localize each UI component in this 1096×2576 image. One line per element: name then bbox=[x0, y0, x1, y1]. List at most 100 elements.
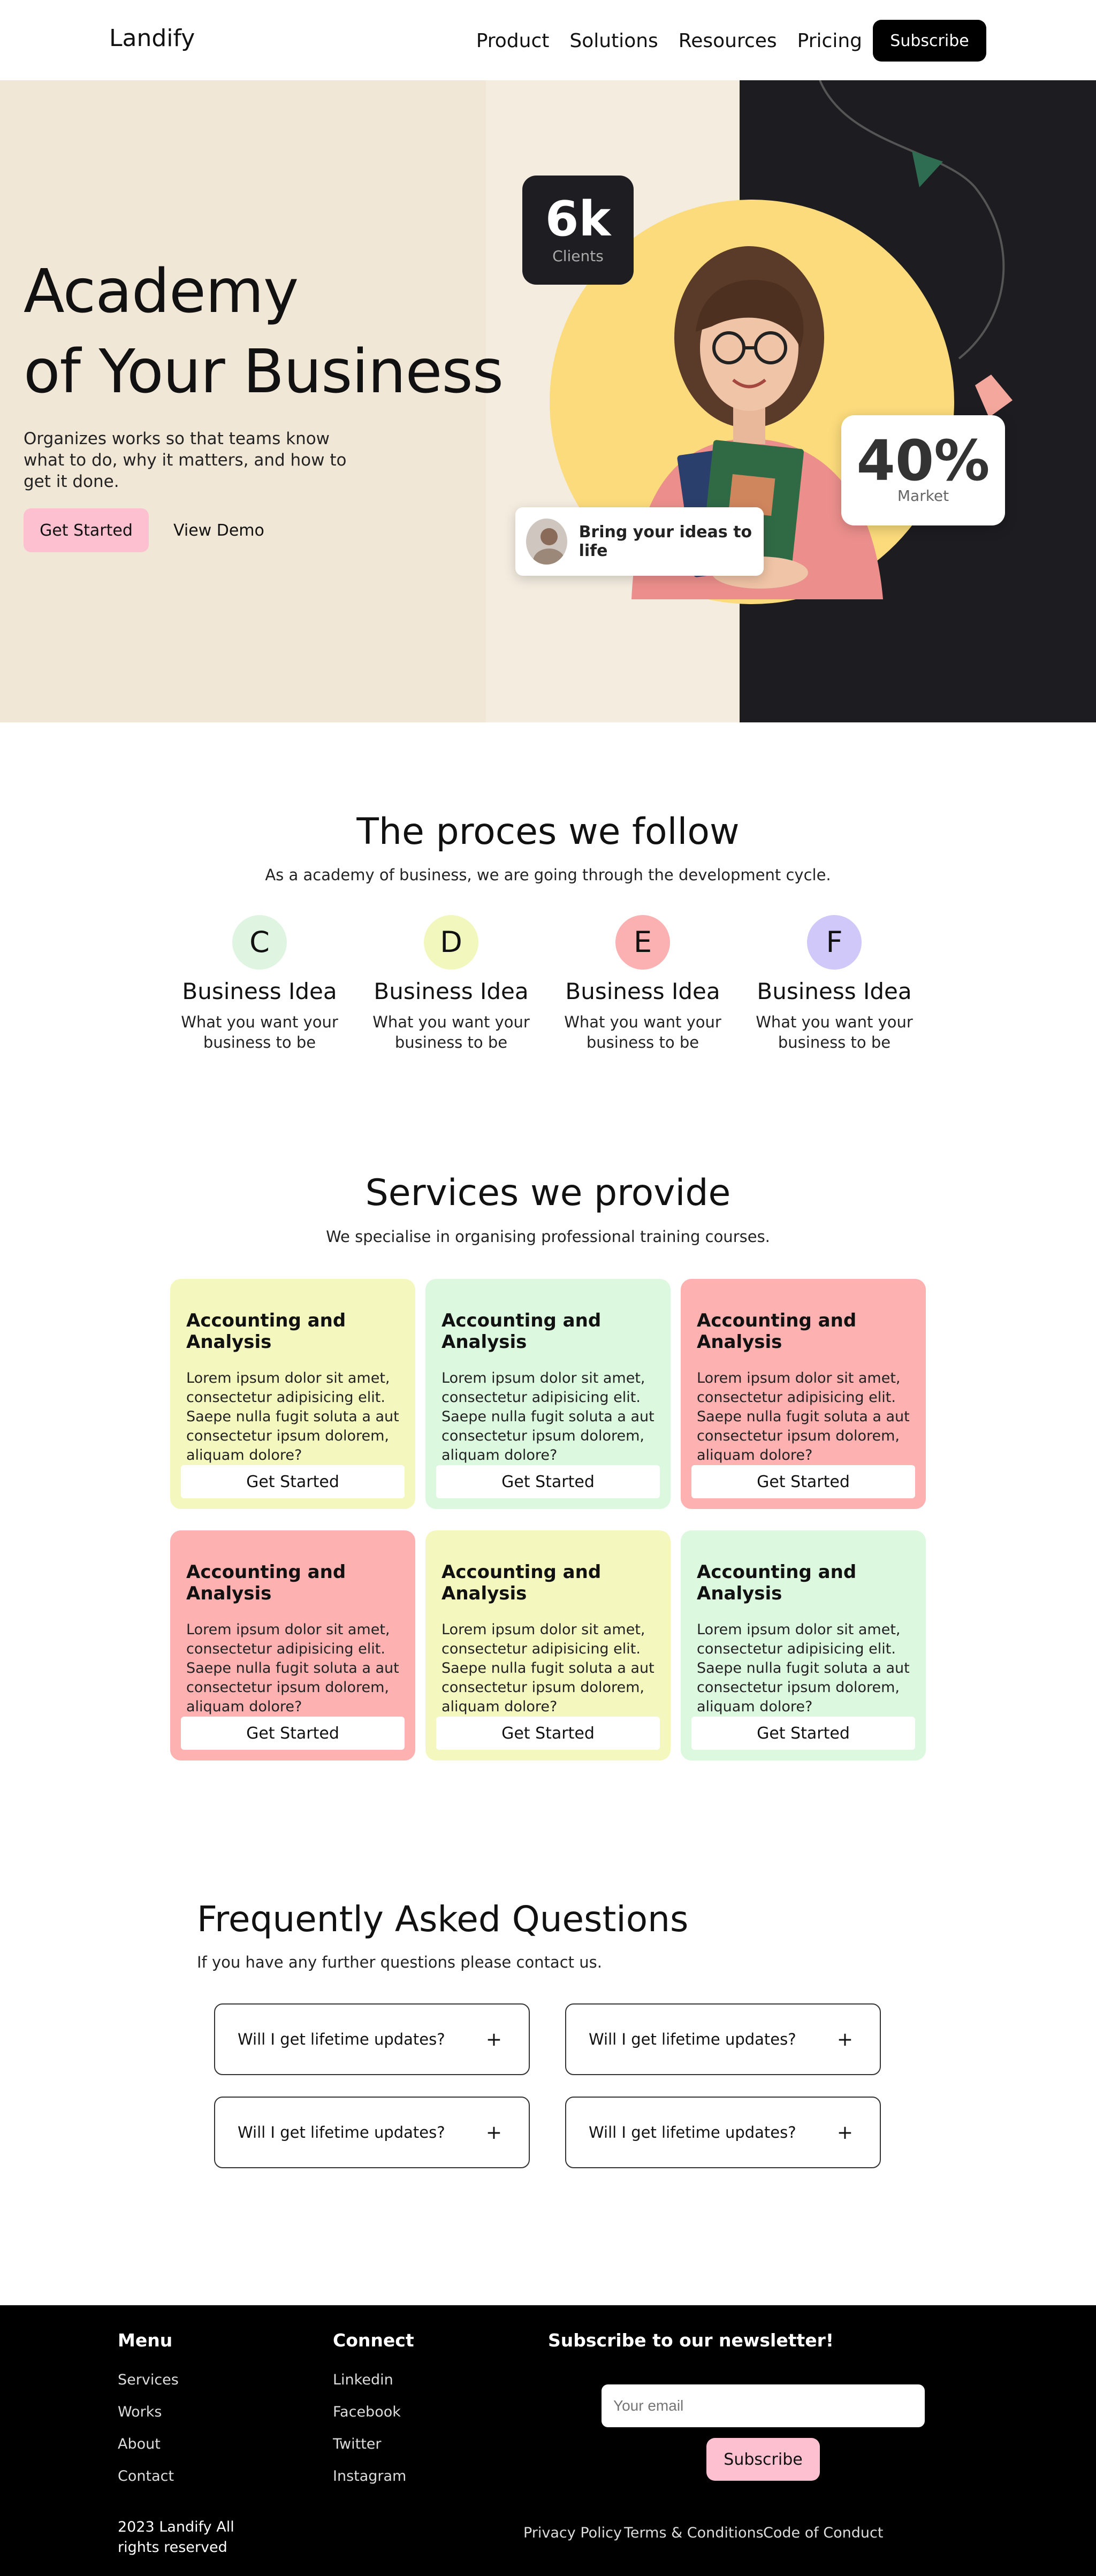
subscribe-button[interactable]: Subscribe bbox=[873, 20, 986, 62]
ideas-pill: Bring your ideas to life bbox=[515, 507, 764, 576]
faq-question: Will I get lifetime updates? bbox=[589, 2123, 796, 2141]
newsletter-heading: Subscribe to our newsletter! bbox=[548, 2330, 834, 2351]
process-step: F Business Idea What you want your busin… bbox=[746, 915, 923, 1053]
process-steps: C Business Idea What you want your busin… bbox=[171, 915, 926, 1054]
service-card-title: Accounting and Analysis bbox=[442, 1310, 602, 1353]
service-card-text: Lorem ipsum dolor sit amet, consectetur … bbox=[186, 1621, 399, 1715]
nav-link-resources[interactable]: Resources bbox=[679, 30, 777, 52]
step-description: What you want your business to be bbox=[181, 1013, 338, 1051]
faq-question: Will I get lifetime updates? bbox=[589, 2030, 796, 2048]
service-card: Accounting and Analysis Lorem ipsum dolo… bbox=[170, 1530, 415, 1760]
faq-title: Frequently Asked Questions bbox=[197, 1899, 689, 1940]
market-stat-card: 40% Market bbox=[841, 415, 1005, 525]
step-title: Business Idea bbox=[182, 978, 337, 1004]
step-title: Business Idea bbox=[757, 978, 912, 1004]
faq-item[interactable]: Will I get lifetime updates? + bbox=[565, 2097, 881, 2168]
service-card: Accounting and Analysis Lorem ipsum dolo… bbox=[425, 1279, 671, 1509]
clients-stat-card: 6k Clients bbox=[522, 176, 634, 285]
process-subtitle: As a academy of business, we are going t… bbox=[265, 866, 831, 884]
process-step: C Business Idea What you want your busin… bbox=[171, 915, 348, 1053]
service-card-title: Accounting and Analysis bbox=[442, 1561, 602, 1604]
service-card: Accounting and Analysis Lorem ipsum dolo… bbox=[425, 1530, 671, 1760]
faq-item[interactable]: Will I get lifetime updates? + bbox=[214, 2003, 530, 2075]
faq-question: Will I get lifetime updates? bbox=[238, 2030, 445, 2048]
service-card-text: Lorem ipsum dolor sit amet, consectetur … bbox=[186, 1370, 399, 1464]
get-started-button[interactable]: Get Started bbox=[24, 508, 149, 552]
hero-title-line2: of Your Business bbox=[24, 337, 504, 407]
privacy-policy-link[interactable]: Privacy Policy bbox=[523, 2525, 622, 2541]
service-get-started-button[interactable]: Get Started bbox=[691, 1717, 915, 1750]
service-get-started-button[interactable]: Get Started bbox=[436, 1717, 660, 1750]
service-card-title: Accounting and Analysis bbox=[697, 1310, 857, 1353]
service-card: Accounting and Analysis Lorem ipsum dolo… bbox=[681, 1279, 926, 1509]
avatar bbox=[526, 519, 567, 565]
faq-subtitle: If you have any further questions please… bbox=[197, 1953, 602, 1971]
step-letter-badge: D bbox=[424, 915, 478, 970]
service-card-text: Lorem ipsum dolor sit amet, consectetur … bbox=[442, 1621, 654, 1715]
nav-link-product[interactable]: Product bbox=[476, 30, 550, 52]
footer-link-contact[interactable]: Contact bbox=[118, 2468, 174, 2484]
clients-stat-value: 6k bbox=[545, 191, 611, 247]
footer-link-about[interactable]: About bbox=[118, 2436, 161, 2452]
clients-stat-label: Clients bbox=[552, 247, 604, 265]
footer-link-instagram[interactable]: Instagram bbox=[333, 2468, 406, 2484]
service-card-text: Lorem ipsum dolor sit amet, consectetur … bbox=[697, 1370, 910, 1464]
brand-logo[interactable]: Landify bbox=[109, 25, 195, 52]
service-get-started-button[interactable]: Get Started bbox=[436, 1465, 660, 1498]
hero-title: Academy of Your Business bbox=[24, 251, 504, 412]
email-field[interactable] bbox=[602, 2384, 925, 2427]
footer-link-works[interactable]: Works bbox=[118, 2404, 162, 2420]
footer-link-linkedin[interactable]: Linkedin bbox=[333, 2372, 393, 2388]
services-subtitle: We specialise in organising professional… bbox=[326, 1228, 770, 1246]
faq-question: Will I get lifetime updates? bbox=[238, 2123, 445, 2141]
service-card-title: Accounting and Analysis bbox=[186, 1561, 346, 1604]
service-card-title: Accounting and Analysis bbox=[697, 1561, 857, 1604]
code-of-conduct-link[interactable]: Code of Conduct bbox=[763, 2525, 883, 2541]
step-title: Business Idea bbox=[565, 978, 720, 1004]
newsletter-subscribe-button[interactable]: Subscribe bbox=[706, 2438, 820, 2481]
nav-link-solutions[interactable]: Solutions bbox=[569, 30, 658, 52]
service-card-text: Lorem ipsum dolor sit amet, consectetur … bbox=[697, 1621, 910, 1715]
service-get-started-button[interactable]: Get Started bbox=[181, 1465, 405, 1498]
footer: Menu Services Works About Contact Connec… bbox=[0, 2305, 1096, 2576]
view-demo-button[interactable]: View Demo bbox=[173, 508, 264, 552]
footer-menu-heading: Menu bbox=[118, 2330, 173, 2351]
service-card: Accounting and Analysis Lorem ipsum dolo… bbox=[170, 1279, 415, 1509]
process-step: D Business Idea What you want your busin… bbox=[363, 915, 539, 1053]
step-description: What you want your business to be bbox=[564, 1013, 721, 1051]
faq-item[interactable]: Will I get lifetime updates? + bbox=[565, 2003, 881, 2075]
footer-link-facebook[interactable]: Facebook bbox=[333, 2404, 401, 2420]
process-step: E Business Idea What you want your busin… bbox=[554, 915, 731, 1053]
hero-description: Organizes works so that teams know what … bbox=[24, 429, 347, 491]
service-card-title: Accounting and Analysis bbox=[186, 1310, 346, 1353]
top-navbar: Landify Product Solutions Resources Pric… bbox=[0, 0, 1096, 80]
step-description: What you want your business to be bbox=[756, 1013, 913, 1051]
plus-icon[interactable]: + bbox=[837, 2029, 853, 2051]
copyright-text: 2023 Landify All rights reserved bbox=[118, 2519, 234, 2556]
faq-item[interactable]: Will I get lifetime updates? + bbox=[214, 2097, 530, 2168]
service-get-started-button[interactable]: Get Started bbox=[181, 1717, 405, 1750]
service-get-started-button[interactable]: Get Started bbox=[691, 1465, 915, 1498]
plus-icon[interactable]: + bbox=[486, 2122, 502, 2144]
hero-section: Academy of Your Business Organizes works… bbox=[0, 80, 1096, 722]
hero-title-line1: Academy bbox=[24, 257, 299, 326]
terms-link[interactable]: Terms & Conditions bbox=[624, 2525, 764, 2541]
step-letter-badge: E bbox=[615, 915, 670, 970]
step-title: Business Idea bbox=[374, 978, 529, 1004]
nav-links: Product Solutions Resources Pricing Subs… bbox=[456, 19, 1096, 62]
footer-link-twitter[interactable]: Twitter bbox=[333, 2436, 382, 2452]
plus-icon[interactable]: + bbox=[486, 2029, 502, 2051]
market-stat-value: 40% bbox=[856, 428, 990, 493]
plus-icon[interactable]: + bbox=[837, 2122, 853, 2144]
service-card: Accounting and Analysis Lorem ipsum dolo… bbox=[681, 1530, 926, 1760]
ideas-pill-text: Bring your ideas to life bbox=[579, 523, 752, 560]
service-card-text: Lorem ipsum dolor sit amet, consectetur … bbox=[442, 1370, 654, 1464]
footer-link-services[interactable]: Services bbox=[118, 2372, 179, 2388]
nav-link-pricing[interactable]: Pricing bbox=[797, 30, 862, 52]
step-letter-badge: C bbox=[232, 915, 287, 970]
step-description: What you want your business to be bbox=[372, 1013, 530, 1051]
services-title: Services we provide bbox=[365, 1172, 731, 1214]
footer-connect-heading: Connect bbox=[333, 2330, 414, 2351]
process-title: The proces we follow bbox=[356, 811, 740, 853]
step-letter-badge: F bbox=[807, 915, 862, 970]
